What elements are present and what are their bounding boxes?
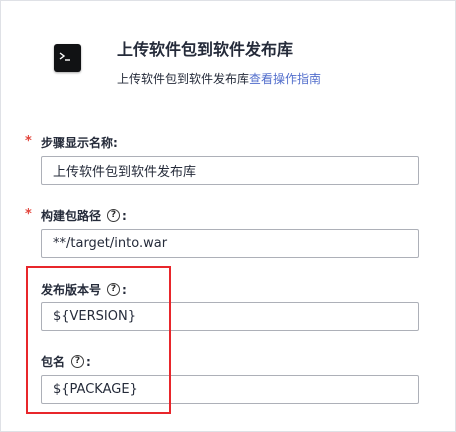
page-subtitle: 上传软件包到软件发布库查看操作指南: [117, 70, 321, 87]
required-marker: *: [25, 207, 32, 222]
subtitle-text: 上传软件包到软件发布库: [117, 72, 250, 86]
field-label-build-path: 构建包路径 ? :: [41, 207, 127, 224]
label-colon: :: [122, 208, 127, 223]
highlight-annotation: [26, 266, 171, 414]
field-label-text: 构建包路径: [41, 209, 102, 223]
help-icon[interactable]: ?: [107, 209, 121, 222]
build-path-input[interactable]: **/target/into.war: [41, 229, 419, 258]
field-label-step-name: 步骤显示名称:: [41, 134, 118, 151]
field-label-text: 步骤显示名称:: [41, 136, 118, 150]
page-title: 上传软件包到软件发布库: [117, 40, 294, 59]
terminal-icon: [54, 44, 81, 72]
guide-link[interactable]: 查看操作指南: [249, 72, 321, 86]
required-marker: *: [25, 134, 32, 149]
step-name-input[interactable]: 上传软件包到软件发布库: [41, 156, 419, 185]
